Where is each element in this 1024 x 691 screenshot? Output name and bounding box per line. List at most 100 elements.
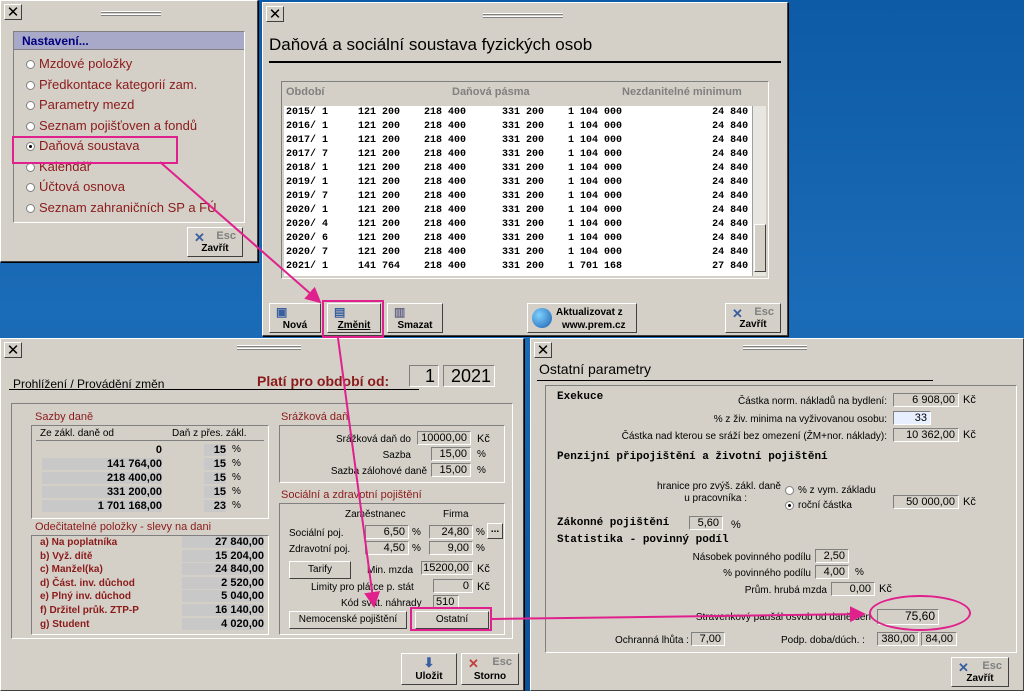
opt-percent[interactable]: % z vym. základu [785, 485, 876, 496]
close-icon[interactable]: ✕ [4, 4, 22, 20]
delete-button[interactable]: ▥ Smazat [387, 303, 443, 333]
menu-item[interactable]: Parametry mezd [14, 95, 244, 116]
withholding-rate[interactable]: 15,00 [431, 447, 471, 461]
table-row[interactable]: 2020/ 7 121 200 218 400 331 200 1 104 00… [286, 246, 754, 260]
tax-table-body: 2015/ 1 121 200 218 400 331 200 1 104 00… [284, 106, 754, 276]
table-row[interactable]: 2019/ 1 121 200 218 400 331 200 1 104 00… [286, 176, 754, 190]
save-icon: ⬇ [423, 655, 435, 670]
deduction-value[interactable]: 15 204,00 [182, 549, 264, 562]
table-row[interactable]: 2021/ 1 141 764 218 400 331 200 1 701 16… [286, 260, 754, 274]
unseized-label: Částka nad kterou se sráží bez omezení (… [621, 431, 887, 442]
table-row[interactable]: 2020/ 4 121 200 218 400 331 200 1 104 00… [286, 218, 754, 232]
health-company[interactable]: 9,00 [429, 541, 473, 555]
housing-label: Částka norm. nákladů na bydlení: [738, 396, 887, 407]
protect-value[interactable]: 7,00 [691, 632, 725, 646]
table-row[interactable]: 2018/ 1 121 200 218 400 331 200 1 104 00… [286, 162, 754, 176]
table-row[interactable]: 2020/ 1 121 200 218 400 331 200 1 104 00… [286, 204, 754, 218]
multiple-value[interactable]: 2,50 [815, 549, 849, 563]
menu-item[interactable]: Účtová osnova [14, 177, 244, 198]
new-button[interactable]: ▣ Nová [269, 303, 321, 333]
menu-item[interactable]: Seznam zahraničních SP a FÚ [14, 198, 244, 219]
radio-icon[interactable] [26, 183, 35, 193]
rate-threshold[interactable]: 331 200,00 [42, 486, 162, 498]
statutory-label: Zákonné pojištění [557, 517, 670, 529]
social-company[interactable]: 24,80 [429, 525, 473, 539]
meal-highlight [869, 595, 971, 631]
menu-item-label: Předkontace kategorií zam. [39, 76, 198, 92]
rate-threshold[interactable]: 141 764,00 [42, 458, 162, 470]
radio-icon[interactable] [26, 80, 35, 90]
rate-value[interactable]: 15 [204, 472, 226, 484]
support-value-1[interactable]: 380,00 [877, 632, 919, 646]
withholding-limit[interactable]: 10000,00 [417, 431, 471, 445]
deduction-value[interactable]: 27 840,00 [182, 536, 264, 548]
advance-rate[interactable]: 15,00 [431, 463, 471, 477]
scrollbar-thumb[interactable] [754, 224, 766, 272]
statutory-value[interactable]: 5,60 [689, 516, 723, 530]
minimum-value[interactable]: 33 [893, 411, 931, 425]
limit-value[interactable]: 50 000,00 [893, 495, 959, 509]
share-value[interactable]: 4,00 [815, 565, 849, 579]
radio-icon[interactable] [785, 485, 794, 495]
update-web-button[interactable]: Aktualizovat z www.prem.cz [527, 303, 637, 333]
cancel-button[interactable]: ✕ Esc Storno [461, 653, 519, 685]
rate-value[interactable]: 15 [204, 486, 226, 498]
table-row[interactable]: 2015/ 1 121 200 218 400 331 200 1 104 00… [286, 106, 754, 120]
support-value-2[interactable]: 84,00 [921, 632, 957, 646]
rate-value[interactable]: 15 [204, 458, 226, 470]
rate-threshold[interactable]: 218 400,00 [42, 472, 162, 484]
close-button[interactable]: ✕ Esc Zavřít [951, 657, 1009, 687]
opt-annual[interactable]: roční částka [785, 500, 852, 511]
radio-icon[interactable] [26, 60, 35, 70]
deduction-value[interactable]: 16 140,00 [182, 603, 264, 616]
valid-year[interactable]: 2021 [443, 365, 495, 387]
tariffs-button[interactable]: Tarify [289, 561, 351, 579]
table-row[interactable]: 2017/ 1 121 200 218 400 331 200 1 104 00… [286, 134, 754, 148]
close-icon[interactable]: ✕ [534, 342, 552, 358]
menu-item[interactable]: Mzdové položky [14, 54, 244, 75]
pct-label: % [477, 449, 486, 460]
deduction-label: d) Část. inv. důchod [40, 577, 135, 589]
table-row[interactable]: 2016/ 1 121 200 218 400 331 200 1 104 00… [286, 120, 754, 134]
table-row[interactable]: 2020/ 6 121 200 218 400 331 200 1 104 00… [286, 232, 754, 246]
table-row[interactable]: 2017/ 7 121 200 218 400 331 200 1 104 00… [286, 148, 754, 162]
radio-icon[interactable] [26, 121, 35, 131]
close-button[interactable]: ✕ Esc Zavřít [725, 303, 781, 333]
close-icon[interactable]: ✕ [4, 342, 22, 358]
table-row[interactable]: 2019/ 7 121 200 218 400 331 200 1 104 00… [286, 190, 754, 204]
menu-item-label: Seznam zahraničních SP a FÚ [39, 199, 217, 215]
save-button[interactable]: ⬇ Uložit [401, 653, 457, 685]
esc-hint: Esc [754, 306, 774, 318]
sickness-button[interactable]: Nemocenské pojištění [289, 611, 407, 629]
valid-month[interactable]: 1 [409, 365, 439, 387]
rate-value[interactable]: 23 [204, 500, 226, 512]
limits-value[interactable]: 0 [433, 579, 473, 593]
unit-label: Kč [477, 433, 490, 445]
close-icon[interactable]: ✕ [266, 6, 284, 22]
radio-checked-icon[interactable] [785, 500, 794, 510]
unseized-value[interactable]: 10 362,00 [893, 428, 959, 442]
tax-rate-row: 1 701 168,00 23% [32, 500, 268, 514]
housing-value[interactable]: 6 908,00 [893, 393, 959, 407]
deduction-value[interactable]: 2 520,00 [182, 576, 264, 589]
social-employee[interactable]: 6,50 [365, 525, 409, 539]
radio-icon[interactable] [26, 101, 35, 111]
rate-threshold[interactable]: 1 701 168,00 [42, 500, 162, 512]
table-scrollbar[interactable] [752, 106, 766, 276]
deduction-value[interactable]: 4 020,00 [182, 617, 264, 630]
pct-label: % [232, 458, 241, 469]
min-wage[interactable]: 15200,00 [421, 561, 473, 575]
deduction-value[interactable]: 24 840,00 [182, 563, 264, 576]
unit-label: Kč [477, 563, 490, 575]
health-employee[interactable]: 4,50 [365, 541, 409, 555]
deduction-value[interactable]: 5 040,00 [182, 590, 264, 603]
close-button[interactable]: ✕ Esc Zavřít [187, 227, 243, 257]
avg-wage-value[interactable]: 0,00 [831, 582, 875, 596]
menu-item[interactable]: Seznam pojišťoven a fondů [14, 116, 244, 137]
rate-value[interactable]: 15 [204, 444, 226, 456]
deduction-row: d) Část. inv. důchod 2 520,00 [32, 576, 268, 591]
menu-item[interactable]: Předkontace kategorií zam. [14, 75, 244, 96]
more-button[interactable]: ... [487, 523, 503, 539]
rate-threshold[interactable]: 0 [42, 444, 162, 456]
radio-icon[interactable] [26, 203, 35, 213]
